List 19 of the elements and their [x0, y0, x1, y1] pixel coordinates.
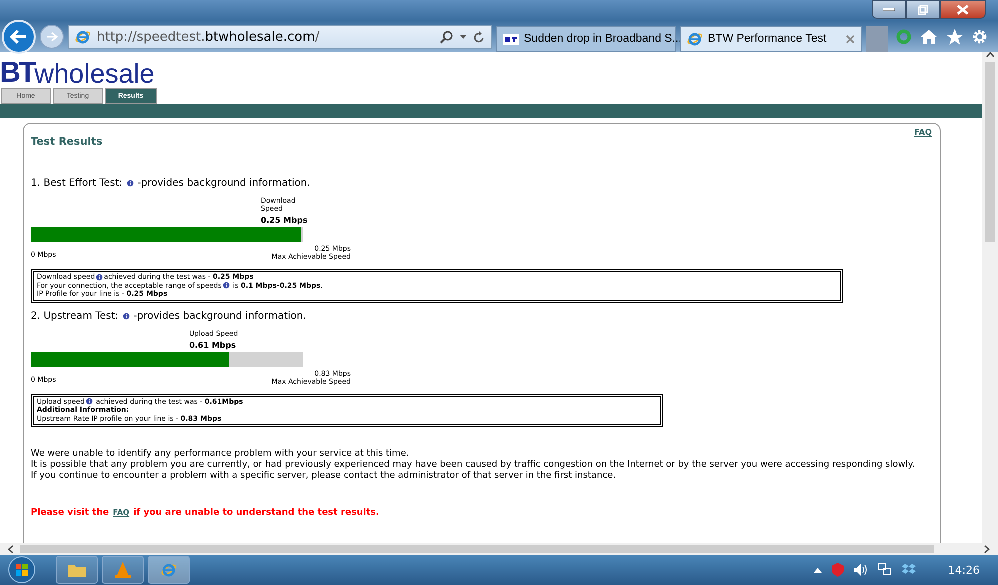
speed-value: 0.61 Mbps: [189, 340, 238, 350]
hint-text: -provides background information.: [138, 178, 310, 189]
notice-text: if you are unable to understand the test results.: [134, 508, 380, 518]
clock-text[interactable]: 14:26: [948, 564, 980, 576]
speed-value: 0.25 Mbps: [261, 216, 309, 225]
message-text: It is possible that any problem you are currently, or had previously experienced may have been caused by traffic congestion on the Internet or by the server you were accessing responding slowly.: [31, 460, 916, 471]
test-heading: 2. Upstream Test:: [31, 310, 119, 322]
url-text: http://speedtest.btwholesale.com/: [97, 30, 321, 44]
faq-link[interactable]: FAQ: [914, 128, 932, 137]
site-logo[interactable]: BTwholesale: [0, 52, 982, 88]
tab-title: BTW Performance Test: [708, 33, 827, 45]
message-text: We were unable to identify any performance problem with your service at this time.: [31, 449, 410, 460]
hint-text: -provides background information.: [134, 310, 306, 322]
message-text: If you continue to encounter a problem with a specific server, please contact the administrator of that server in the first instance.: [31, 471, 617, 482]
results-title: Test Results: [31, 136, 103, 148]
notice-text: Please visit the: [31, 508, 110, 518]
test-heading: 1. Best Effort Test:: [31, 178, 123, 189]
address-bar[interactable]: http://speedtest.btwholesale.com/: [68, 25, 492, 49]
browser-tab[interactable]: BTW Performance Test: [680, 26, 862, 52]
